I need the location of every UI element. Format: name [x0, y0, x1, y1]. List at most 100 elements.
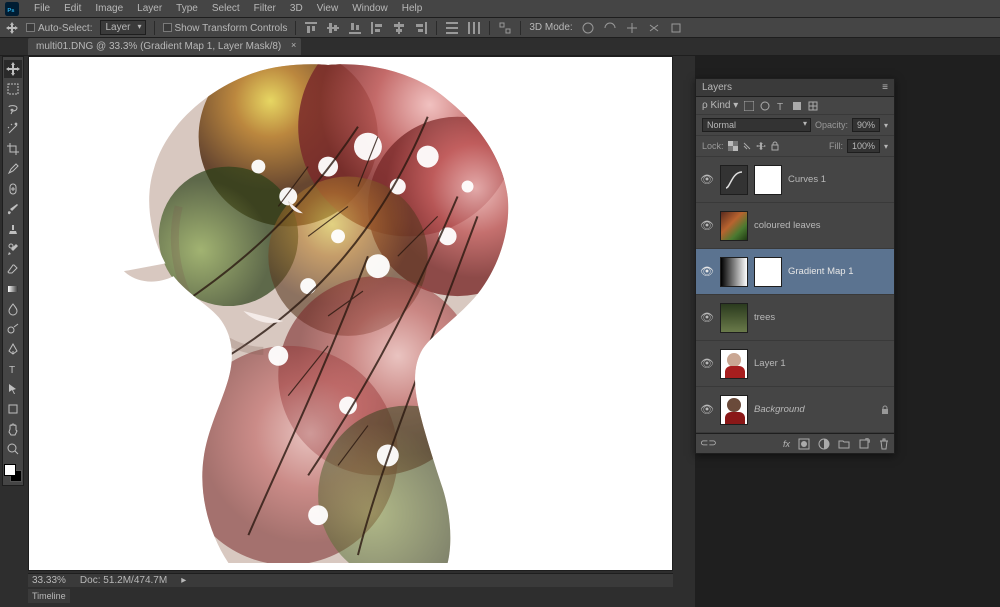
distribute-h-icon[interactable]	[467, 21, 481, 35]
document-tab[interactable]: multi01.DNG @ 33.3% (Gradient Map 1, Lay…	[28, 38, 301, 55]
layer-row[interactable]: 👁 trees	[696, 295, 894, 341]
visibility-icon[interactable]: 👁	[700, 311, 714, 324]
align-hcenter-icon[interactable]	[392, 21, 406, 35]
eyedropper-tool[interactable]	[4, 160, 22, 178]
visibility-icon[interactable]: 👁	[700, 173, 714, 186]
path-select-tool[interactable]	[4, 380, 22, 398]
zoom-level[interactable]: 33.33%	[32, 575, 66, 586]
filter-pixel-icon[interactable]	[744, 101, 754, 111]
layer-thumb[interactable]	[720, 211, 748, 241]
menu-3d[interactable]: 3D	[284, 1, 309, 16]
hand-tool[interactable]	[4, 420, 22, 438]
adjustment-thumb[interactable]	[720, 165, 748, 195]
zoom-tool[interactable]	[4, 440, 22, 458]
3d-slide-icon[interactable]	[647, 21, 661, 35]
link-layers-icon[interactable]: ⊂⊃	[700, 438, 717, 449]
blur-tool[interactable]	[4, 300, 22, 318]
eraser-tool[interactable]	[4, 260, 22, 278]
panel-menu-icon[interactable]: ≡	[882, 82, 888, 93]
layer-row[interactable]: 👁 coloured leaves	[696, 203, 894, 249]
mask-thumb[interactable]	[754, 165, 782, 195]
visibility-icon[interactable]: 👁	[700, 403, 714, 416]
menu-window[interactable]: Window	[346, 1, 394, 16]
align-vcenter-icon[interactable]	[326, 21, 340, 35]
clone-stamp-tool[interactable]	[4, 220, 22, 238]
brush-tool[interactable]	[4, 200, 22, 218]
layer-thumb[interactable]	[720, 395, 748, 425]
auto-align-icon[interactable]	[498, 21, 512, 35]
close-tab-icon[interactable]: ×	[291, 40, 296, 50]
3d-pan-icon[interactable]	[625, 21, 639, 35]
layer-name[interactable]: coloured leaves	[754, 220, 821, 231]
adjustment-thumb[interactable]	[720, 257, 748, 287]
layer-name[interactable]: trees	[754, 312, 775, 323]
menu-layer[interactable]: Layer	[131, 1, 168, 16]
align-left-icon[interactable]	[370, 21, 384, 35]
fill-field[interactable]: 100%	[847, 139, 880, 153]
lasso-tool[interactable]	[4, 100, 22, 118]
document-canvas[interactable]	[28, 56, 673, 571]
layer-row[interactable]: 👁 Layer 1	[696, 341, 894, 387]
lock-transparency-icon[interactable]	[728, 141, 738, 151]
healing-tool[interactable]	[4, 180, 22, 198]
menu-type[interactable]: Type	[170, 1, 204, 16]
layer-row[interactable]: 👁 Gradient Map 1	[696, 249, 894, 295]
align-right-icon[interactable]	[414, 21, 428, 35]
add-mask-icon[interactable]	[798, 438, 810, 450]
lock-pixels-icon[interactable]	[742, 141, 752, 151]
foreground-color[interactable]	[4, 464, 16, 476]
status-caret-icon[interactable]: ▸	[181, 575, 186, 586]
shape-tool[interactable]	[4, 400, 22, 418]
3d-orbit-icon[interactable]	[581, 21, 595, 35]
filter-type-icon[interactable]: T	[776, 101, 786, 111]
auto-select-checkbox[interactable]: Auto-Select:	[26, 22, 92, 34]
menu-file[interactable]: File	[28, 1, 56, 16]
layer-name[interactable]: Curves 1	[788, 174, 826, 185]
timeline-tab[interactable]: Timeline	[28, 589, 70, 603]
menu-help[interactable]: Help	[396, 1, 429, 16]
type-tool[interactable]: T	[4, 360, 22, 378]
visibility-icon[interactable]: 👁	[700, 219, 714, 232]
new-group-icon[interactable]	[838, 438, 850, 450]
move-tool[interactable]	[4, 60, 22, 78]
new-layer-icon[interactable]	[858, 438, 870, 450]
3d-scale-icon[interactable]	[669, 21, 683, 35]
visibility-icon[interactable]: 👁	[700, 357, 714, 370]
menu-image[interactable]: Image	[89, 1, 129, 16]
layer-name[interactable]: Gradient Map 1	[788, 266, 853, 277]
fill-caret-icon[interactable]: ▾	[884, 142, 888, 151]
layer-row[interactable]: 👁 Curves 1	[696, 157, 894, 203]
delete-layer-icon[interactable]	[878, 438, 890, 450]
color-swatches[interactable]	[4, 464, 22, 482]
filter-adjust-icon[interactable]	[760, 101, 770, 111]
menu-filter[interactable]: Filter	[248, 1, 282, 16]
menu-edit[interactable]: Edit	[58, 1, 87, 16]
layers-panel-title[interactable]: Layers	[702, 82, 732, 93]
lock-position-icon[interactable]	[756, 141, 766, 151]
gradient-tool[interactable]	[4, 280, 22, 298]
new-adjustment-icon[interactable]	[818, 438, 830, 450]
align-top-icon[interactable]	[304, 21, 318, 35]
pen-tool[interactable]	[4, 340, 22, 358]
dodge-tool[interactable]	[4, 320, 22, 338]
filter-smart-icon[interactable]	[808, 101, 818, 111]
3d-roll-icon[interactable]	[603, 21, 617, 35]
crop-tool[interactable]	[4, 140, 22, 158]
filter-shape-icon[interactable]	[792, 101, 802, 111]
layer-thumb[interactable]	[720, 349, 748, 379]
menu-select[interactable]: Select	[206, 1, 246, 16]
menu-view[interactable]: View	[311, 1, 345, 16]
auto-select-dropdown[interactable]: Layer	[100, 20, 145, 35]
marquee-tool[interactable]	[4, 80, 22, 98]
distribute-icon[interactable]	[445, 21, 459, 35]
align-bottom-icon[interactable]	[348, 21, 362, 35]
layer-name[interactable]: Layer 1	[754, 358, 786, 369]
history-brush-tool[interactable]	[4, 240, 22, 258]
layer-filter-kind[interactable]: ρ Kind ▾	[702, 100, 738, 111]
layer-thumb[interactable]	[720, 303, 748, 333]
layer-fx-icon[interactable]: fx	[783, 439, 790, 449]
layer-row[interactable]: 👁 Background	[696, 387, 894, 433]
opacity-field[interactable]: 90%	[852, 118, 880, 132]
mask-thumb[interactable]	[754, 257, 782, 287]
layer-name[interactable]: Background	[754, 404, 805, 415]
